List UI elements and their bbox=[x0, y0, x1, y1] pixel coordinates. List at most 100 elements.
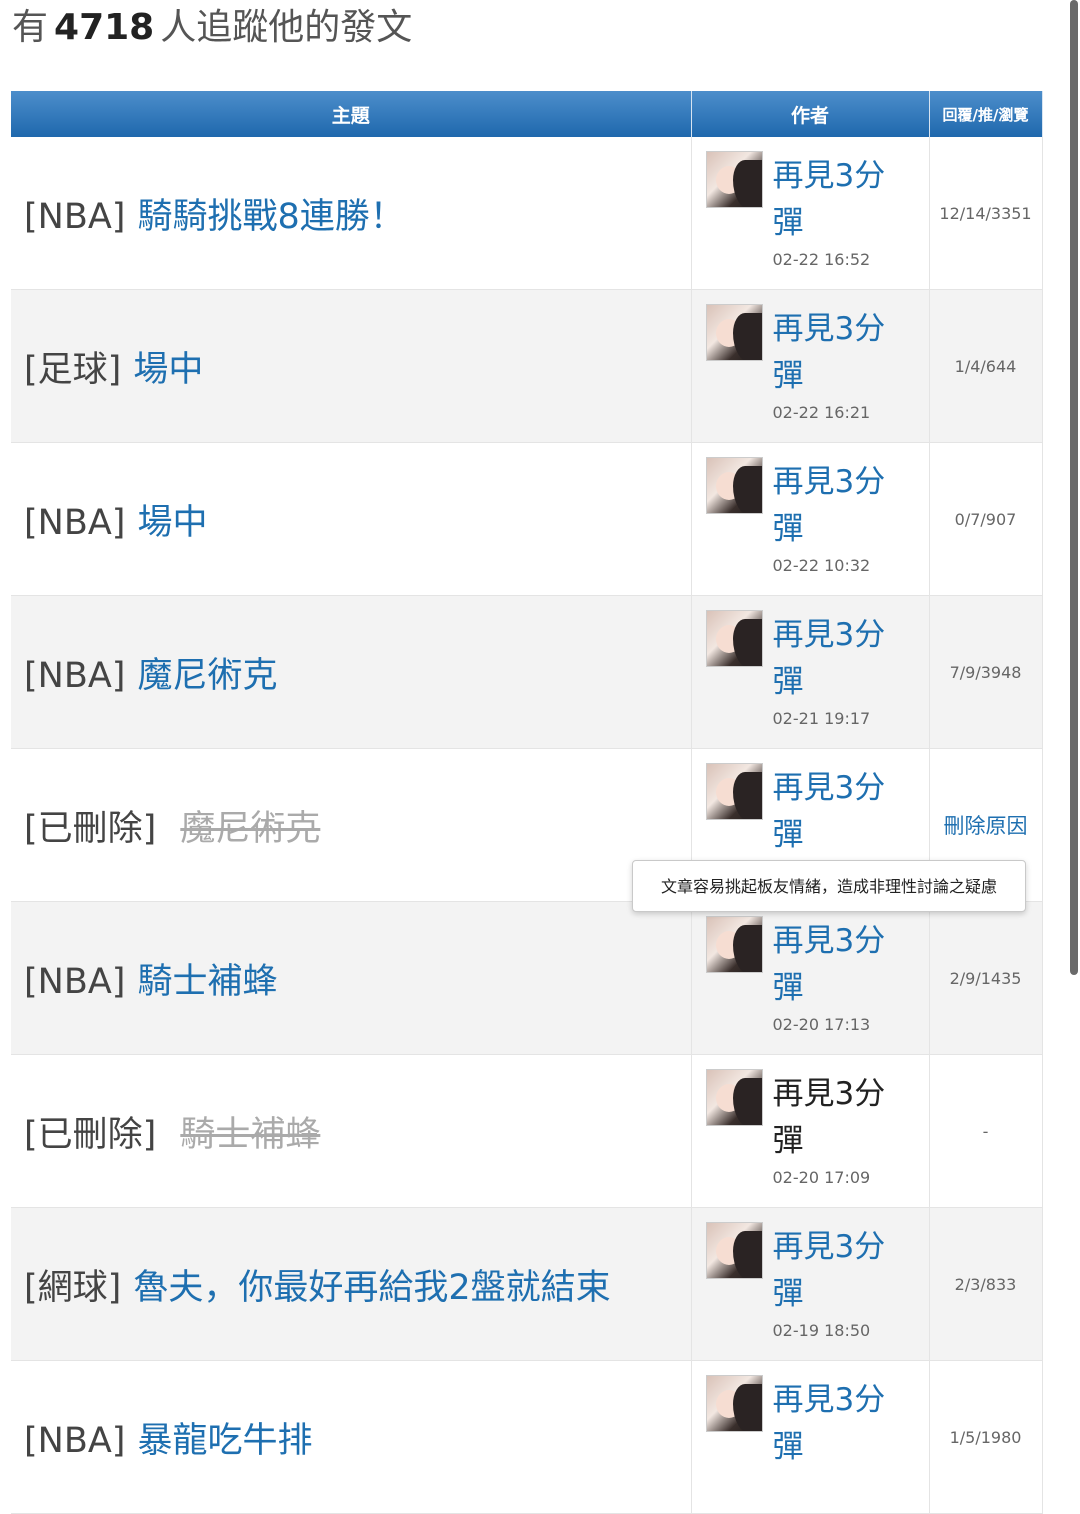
post-time: 02-19 18:50 bbox=[772, 1321, 871, 1340]
table-row: [已刪除] 騎士補蜂 再見3分彈 02-20 17:09 - bbox=[11, 1054, 1043, 1208]
post-title: 魔尼術克 bbox=[180, 808, 321, 849]
avatar-hair bbox=[732, 1231, 762, 1278]
delete-reason-tooltip: 文章容易挑起板友情緒，造成非理性討論之疑慮 bbox=[632, 860, 1026, 912]
post-time: 02-20 17:09 bbox=[772, 1168, 871, 1187]
stats-value: 1/5/1980 bbox=[949, 1427, 1022, 1447]
scrollbar-thumb[interactable] bbox=[1070, 0, 1078, 975]
post-category: [已刪除] bbox=[24, 1114, 157, 1155]
post-time: 02-21 19:17 bbox=[772, 709, 871, 728]
table-row: [NBA] 魔尼術克 再見3分彈 02-21 19:17 7/9/3948 bbox=[11, 595, 1043, 749]
author-name[interactable]: 再見3分彈 bbox=[773, 306, 913, 400]
author-name[interactable]: 再見3分彈 bbox=[773, 765, 913, 859]
stats-cell: 7/9/3948 bbox=[929, 595, 1043, 749]
avatar[interactable] bbox=[705, 1375, 763, 1432]
author-name[interactable]: 再見3分彈 bbox=[773, 1377, 913, 1471]
stats-cell: - bbox=[929, 1054, 1043, 1208]
avatar-hair bbox=[732, 1384, 762, 1431]
stats-value: - bbox=[982, 1121, 989, 1141]
topic-cell: [NBA] 騎騎挑戰8連勝！ bbox=[11, 137, 692, 290]
author-name[interactable]: 再見3分彈 bbox=[773, 918, 913, 1012]
stats-value: 1/4/644 bbox=[954, 356, 1017, 376]
post-title: 騎士補蜂 bbox=[180, 1114, 321, 1155]
table-row: [足球] 場中 再見3分彈 02-22 16:21 1/4/644 bbox=[11, 289, 1043, 443]
author-name[interactable]: 再見3分彈 bbox=[773, 459, 913, 553]
post-title[interactable]: 暴龍吃牛排 bbox=[137, 1421, 312, 1461]
author-cell: 再見3分彈 02-22 16:21 bbox=[691, 289, 930, 443]
follower-summary: 有 4718 人追蹤他的發文 bbox=[12, 6, 412, 50]
avatar-hair bbox=[732, 619, 762, 666]
avatar[interactable] bbox=[705, 1222, 763, 1279]
author-name[interactable]: 再見3分彈 bbox=[773, 1071, 913, 1165]
column-author[interactable]: 作者 bbox=[691, 91, 930, 137]
post-title[interactable]: 魯夫，你最好再給我2盤就結束 bbox=[133, 1268, 610, 1308]
topic-cell: [NBA] 暴龍吃牛排 bbox=[11, 1360, 692, 1514]
topic-cell: [NBA] 場中 bbox=[11, 442, 692, 596]
post-time: 02-22 16:52 bbox=[772, 250, 871, 269]
stats-cell: 0/7/907 bbox=[929, 442, 1043, 596]
avatar[interactable] bbox=[705, 1069, 763, 1126]
avatar-hair bbox=[732, 466, 762, 513]
avatar[interactable] bbox=[705, 457, 763, 514]
avatar[interactable] bbox=[705, 610, 763, 667]
topic-cell: [NBA] 魔尼術克 bbox=[11, 595, 692, 749]
column-stats[interactable]: 回覆/推/瀏覽 bbox=[929, 91, 1043, 137]
table-row: [NBA] 暴龍吃牛排 再見3分彈 1/5/1980 bbox=[11, 1360, 1043, 1514]
table-row: [NBA] 騎士補蜂 再見3分彈 02-20 17:13 2/9/1435 bbox=[11, 901, 1043, 1055]
avatar[interactable] bbox=[705, 916, 763, 973]
avatar-hair bbox=[732, 925, 762, 972]
stats-value: 2/9/1435 bbox=[949, 968, 1022, 988]
stats-value: 7/9/3948 bbox=[949, 662, 1022, 682]
delete-reason-link[interactable]: 刪除原因 bbox=[944, 814, 1028, 838]
author-name[interactable]: 再見3分彈 bbox=[773, 1224, 913, 1318]
author-cell: 再見3分彈 02-20 17:09 bbox=[691, 1054, 930, 1208]
table-row: [網球] 魯夫，你最好再給我2盤就結束 再見3分彈 02-19 18:50 2/3… bbox=[11, 1207, 1043, 1361]
post-category: [NBA] bbox=[24, 655, 126, 696]
post-category: [NBA] bbox=[24, 196, 126, 237]
post-category: [已刪除] bbox=[24, 808, 157, 849]
avatar[interactable] bbox=[705, 151, 763, 208]
topic-cell: [NBA] 騎士補蜂 bbox=[11, 901, 692, 1055]
post-title[interactable]: 魔尼術克 bbox=[137, 656, 277, 696]
post-category: [NBA] bbox=[24, 961, 126, 1002]
scrollbar[interactable] bbox=[1068, 0, 1080, 1484]
author-cell: 再見3分彈 02-19 18:50 bbox=[691, 1207, 930, 1361]
post-title[interactable]: 騎騎挑戰8連勝！ bbox=[137, 197, 404, 237]
author-cell: 再見3分彈 02-22 16:52 bbox=[691, 137, 930, 290]
stats-cell: 2/3/833 bbox=[929, 1207, 1043, 1361]
post-title[interactable]: 騎士補蜂 bbox=[137, 962, 277, 1002]
post-category: [NBA] bbox=[24, 502, 126, 543]
avatar[interactable] bbox=[705, 763, 763, 820]
stats-cell: 1/5/1980 bbox=[929, 1360, 1043, 1514]
post-time: 02-22 16:21 bbox=[772, 403, 871, 422]
post-title[interactable]: 場中 bbox=[133, 350, 203, 390]
table-header: 主題 作者 回覆/推/瀏覽 bbox=[11, 91, 1043, 137]
author-name[interactable]: 再見3分彈 bbox=[773, 612, 913, 706]
post-time: 02-20 17:13 bbox=[772, 1015, 871, 1034]
author-name[interactable]: 再見3分彈 bbox=[773, 153, 913, 247]
avatar-hair bbox=[732, 1078, 762, 1125]
stats-cell: 12/14/3351 bbox=[929, 137, 1043, 290]
post-category: [網球] bbox=[24, 1267, 122, 1308]
follower-count: 4718 bbox=[54, 7, 155, 48]
post-category: [足球] bbox=[24, 349, 122, 390]
column-topic[interactable]: 主題 bbox=[11, 91, 692, 137]
topic-cell: [已刪除] 魔尼術克 bbox=[11, 748, 692, 902]
author-cell: 再見3分彈 02-22 10:32 bbox=[691, 442, 930, 596]
table-row: [NBA] 場中 再見3分彈 02-22 10:32 0/7/907 bbox=[11, 442, 1043, 596]
post-category: [NBA] bbox=[24, 1420, 126, 1461]
stats-value: 2/3/833 bbox=[954, 1274, 1017, 1294]
stats-value: 12/14/3351 bbox=[939, 203, 1032, 223]
author-cell: 再見3分彈 02-21 19:17 bbox=[691, 595, 930, 749]
follower-suffix: 人追蹤他的發文 bbox=[160, 7, 413, 48]
topic-cell: [已刪除] 騎士補蜂 bbox=[11, 1054, 692, 1208]
avatar[interactable] bbox=[705, 304, 763, 361]
author-cell: 再見3分彈 bbox=[691, 1360, 930, 1514]
topic-cell: [網球] 魯夫，你最好再給我2盤就結束 bbox=[11, 1207, 692, 1361]
table-row: [NBA] 騎騎挑戰8連勝！ 再見3分彈 02-22 16:52 12/14/33… bbox=[11, 137, 1043, 290]
avatar-hair bbox=[732, 313, 762, 360]
author-cell: 再見3分彈 02-20 17:13 bbox=[691, 901, 930, 1055]
stats-value: 0/7/907 bbox=[954, 509, 1017, 529]
stats-cell: 2/9/1435 bbox=[929, 901, 1043, 1055]
post-title[interactable]: 場中 bbox=[137, 503, 207, 543]
post-time: 02-22 10:32 bbox=[772, 556, 871, 575]
